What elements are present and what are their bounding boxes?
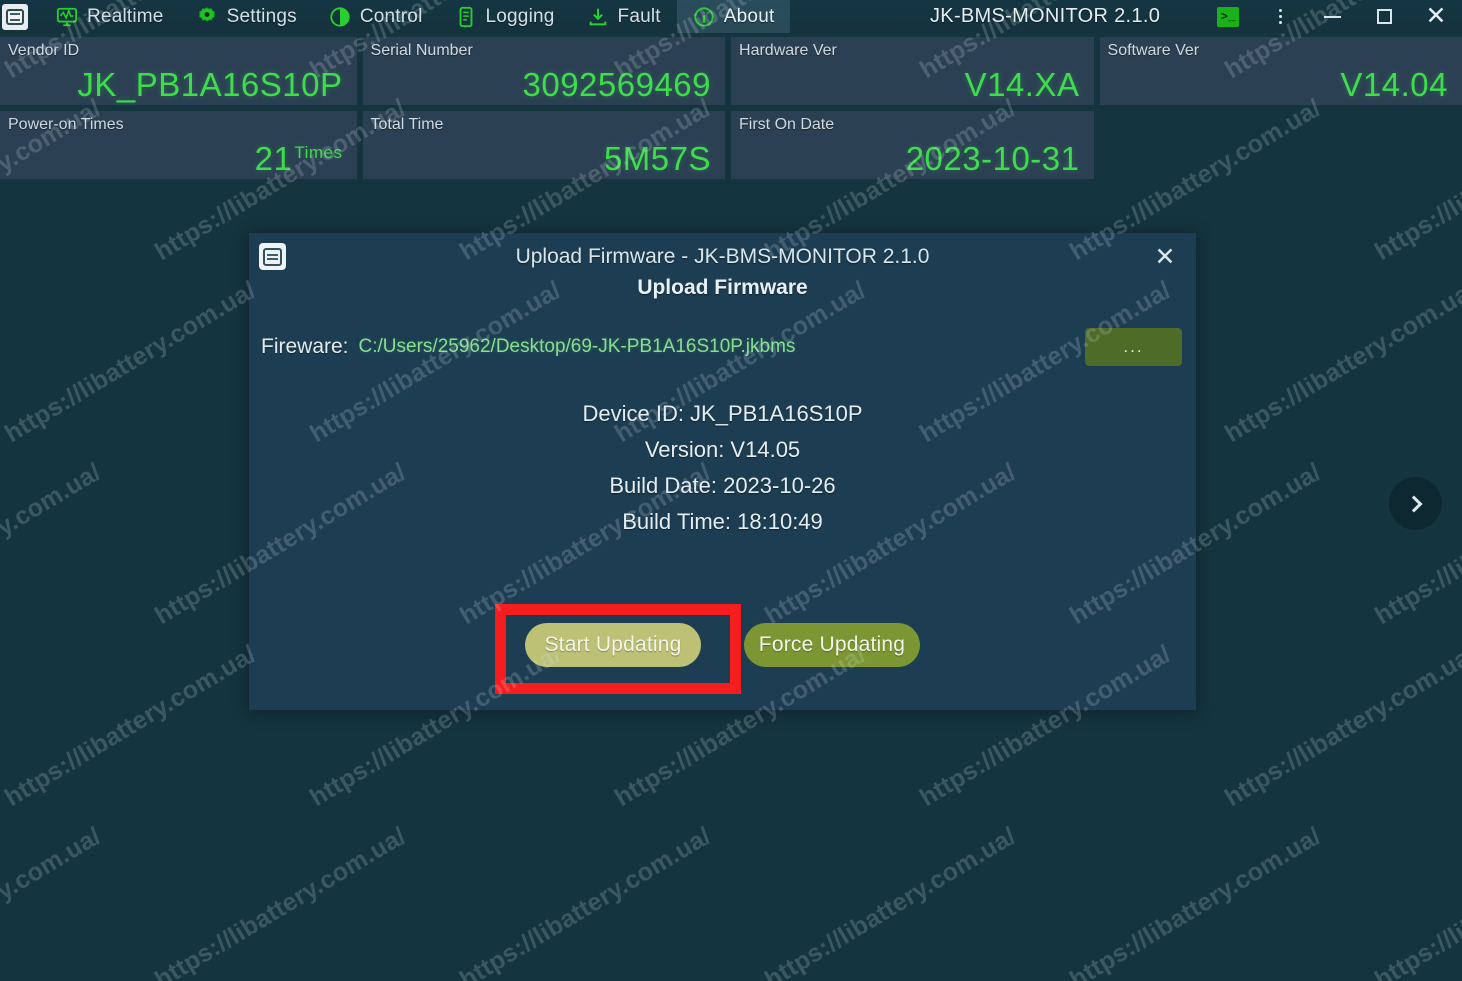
watermark-text: https://libattery.com.ua/ [760,821,1021,981]
watermark-text: https://libattery.com.ua/ [1065,821,1326,981]
card-label: Vendor ID [8,42,80,59]
tab-label: About [723,5,775,27]
monitor-icon [56,6,78,28]
info-build-time: Build Time: 18:10:49 [622,509,823,534]
card-value: V14.04 [1340,65,1449,103]
info-device-id: Device ID: JK_PB1A16S10P [582,401,863,426]
firmware-label: Fireware: [261,335,349,358]
watermark-text: https://libattery.com.ua/ [1370,821,1462,981]
info-icon [693,6,715,28]
card-value: 2023-10-31 [905,139,1080,177]
upload-firmware-icon [259,243,286,270]
firmware-path-value: C:/Users/25962/Desktop/69-JK-PB1A16S10P.… [358,336,796,357]
card-label: Total Time [370,116,444,133]
chevron-right-icon [1405,495,1422,512]
card-label: Hardware Ver [739,42,837,59]
maximize-icon [1376,9,1392,24]
info-version: Version: V14.05 [644,437,801,462]
tab-logging[interactable]: Logging [439,0,571,33]
card-value: 21 Times [254,139,343,177]
watermark-text: https://libattery.com.ua/ [0,457,106,631]
download-icon [587,6,609,28]
tab-label: Settings [226,5,297,27]
card-row-2: Power-on Times 21 Times Total Time 5M57S … [0,111,1462,179]
firmware-file-row: Fireware: C:/Users/25962/Desktop/69-JK-P… [249,328,1196,366]
card-label: Power-on Times [8,116,124,133]
card-row-1: Vendor ID JK_PB1A16S10P Serial Number 30… [0,37,1462,105]
card-value: V14.XA [964,65,1080,103]
title-bar: Realtime Settings Control Logging Fault … [0,0,1462,33]
watermark-text: https://libattery.com.ua/ [1220,639,1462,813]
close-icon: ✕ [1154,243,1176,271]
application-window: Realtime Settings Control Logging Fault … [0,0,1462,981]
tab-realtime[interactable]: Realtime [40,0,180,33]
terminal-icon: >_ [1217,6,1239,27]
close-icon: ✕ [1425,2,1447,30]
next-page-button[interactable] [1389,477,1442,530]
card-power-on-times: Power-on Times 21 Times [0,111,357,179]
tab-settings[interactable]: Settings [180,0,313,33]
dialog-title: Upload Firmware - JK-BMS-MONITOR 2.1.0 [515,244,930,268]
tab-label: Fault [617,5,661,27]
tab-label: Realtime [87,5,164,27]
terminal-button[interactable]: >_ [1202,0,1254,33]
card-value: 3092569469 [522,65,712,103]
device-info-cards: Vendor ID JK_PB1A16S10P Serial Number 30… [0,37,1462,185]
minimize-icon [1323,15,1341,18]
card-value-number: 21 [254,139,293,177]
force-updating-button[interactable]: Force Updating [744,623,920,667]
document-icon [455,6,477,28]
dialog-close-button[interactable]: ✕ [1148,240,1182,274]
card-label: First On Date [739,116,835,133]
tab-label: Logging [485,5,555,27]
info-build-date: Build Date: 2023-10-26 [609,473,836,498]
card-value: 5M57S [603,139,712,177]
minimize-button[interactable] [1306,0,1358,33]
main-tab-bar: Realtime Settings Control Logging Fault … [40,0,791,33]
window-controls: >_ ✕ [1202,0,1462,33]
tab-about[interactable]: About [676,0,791,33]
watermark-text: https://libattery.com.ua/ [1220,275,1462,449]
watermark-text: https://libattery.com.ua/ [150,821,411,981]
start-updating-button[interactable]: Start Updating [525,623,701,667]
more-options-button[interactable] [1254,0,1306,33]
card-label: Serial Number [370,42,473,59]
card-vendor-id: Vendor ID JK_PB1A16S10P [0,37,357,105]
dialog-button-row: Start Updating Force Updating [249,623,1196,667]
card-total-time: Total Time 5M57S [362,111,726,179]
tab-fault[interactable]: Fault [571,0,677,33]
card-hardware-ver: Hardware Ver V14.XA [731,37,1094,105]
watermark-text: https://libattery.com.ua/ [0,639,261,813]
watermark-text: https://libattery.com.ua/ [455,821,716,981]
card-value-unit: Times [294,142,343,162]
more-options-icon [1278,9,1282,24]
browse-file-button[interactable]: ... [1085,328,1182,366]
upload-firmware-dialog: Upload Firmware - JK-BMS-MONITOR 2.1.0 ✕… [249,233,1196,710]
window-title: JK-BMS-MONITOR 2.1.0 [930,5,1161,27]
watermark-text: https://libattery.com.ua/ [0,821,106,981]
dialog-title-bar: Upload Firmware - JK-BMS-MONITOR 2.1.0 ✕ [249,233,1196,280]
toggle-icon [329,6,351,28]
card-value: JK_PB1A16S10P [77,65,343,103]
tab-label: Control [359,5,423,27]
card-empty [1100,111,1462,179]
card-first-on-date: First On Date 2023-10-31 [731,111,1094,179]
bms-app-icon [2,3,28,30]
tab-control[interactable]: Control [313,0,439,33]
maximize-button[interactable] [1358,0,1410,33]
watermark-text: https://libattery.com.ua/ [0,275,261,449]
gear-icon [196,6,218,28]
card-label: Software Ver [1107,42,1200,59]
card-serial-number: Serial Number 3092569469 [362,37,726,105]
card-software-ver: Software Ver V14.04 [1099,37,1462,105]
firmware-info-block: Device ID: JK_PB1A16S10P Version: V14.05… [249,396,1196,540]
close-button[interactable]: ✕ [1410,0,1462,33]
